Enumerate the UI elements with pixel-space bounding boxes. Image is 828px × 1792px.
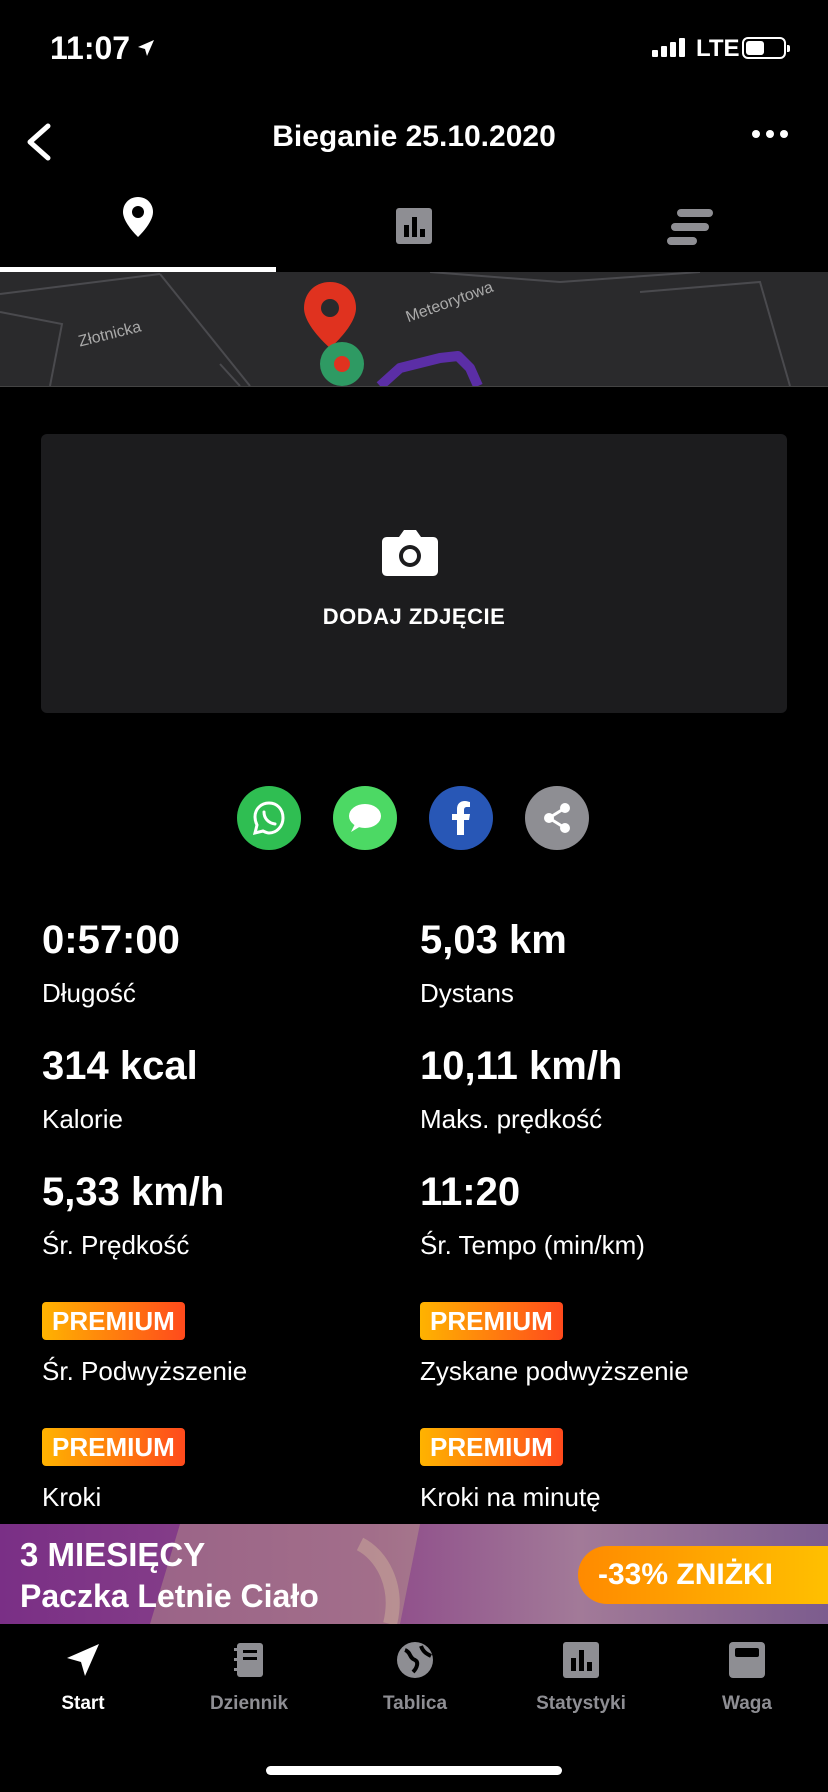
map-pin-icon <box>123 197 153 237</box>
max-speed-value: 10,11 km/h <box>420 1044 623 1088</box>
avg-speed-value: 5,33 km/h <box>42 1170 225 1214</box>
nav-label: Dziennik <box>209 1693 289 1714</box>
avg-pace-label: Śr. Tempo (min/km) <box>420 1230 645 1260</box>
avg-elevation-label: Śr. Podwyższenie <box>42 1356 248 1386</box>
premium-badge[interactable]: PREMIUM <box>420 1302 563 1340</box>
diary-icon <box>234 1643 263 1677</box>
tab-laps[interactable] <box>552 195 828 271</box>
steps-label: Kroki <box>42 1482 102 1512</box>
nav-statystyki[interactable]: Statystyki <box>498 1640 664 1715</box>
elevation-gain-label: Zyskane podwyższenie <box>420 1356 689 1386</box>
battery-icon <box>742 37 790 59</box>
nav-waga[interactable]: Waga <box>664 1640 828 1715</box>
calories-label: Kalorie <box>42 1104 123 1134</box>
messages-icon <box>349 804 381 832</box>
calories-value: 314 kcal <box>42 1044 198 1088</box>
premium-badge[interactable]: PREMIUM <box>42 1302 185 1340</box>
navigation-arrow-icon <box>67 1644 99 1676</box>
promo-headline: 3 MIESIĘCY <box>20 1536 206 1573</box>
status-time: 11:07 <box>50 30 131 66</box>
discount-badge[interactable]: -33% ZNIŻKI <box>578 1546 828 1604</box>
distance-label: Dystans <box>420 978 514 1008</box>
avg-speed-label: Śr. Prędkość <box>42 1230 190 1260</box>
nav-label: Statystyki <box>536 1693 626 1714</box>
max-speed-label: Maks. prędkość <box>420 1104 603 1134</box>
nav-label: Tablica <box>382 1693 448 1714</box>
globe-icon <box>397 1642 433 1678</box>
nav-dziennik[interactable]: Dziennik <box>166 1640 332 1715</box>
avg-pace-value: 11:20 <box>420 1170 521 1214</box>
distance-value: 5,03 km <box>420 918 567 962</box>
promo-subheadline: Paczka Letnie Ciało <box>20 1578 319 1614</box>
page-title: Bieganie 25.10.2020 <box>272 120 556 153</box>
tab-map[interactable] <box>0 195 276 271</box>
premium-badge[interactable]: PREMIUM <box>420 1428 563 1466</box>
scale-icon <box>729 1642 765 1678</box>
home-indicator <box>266 1766 562 1775</box>
add-photo-label: DODAJ ZDJĘCIE <box>322 604 506 629</box>
whatsapp-icon <box>252 801 285 836</box>
share-icon <box>544 803 570 833</box>
bar-chart-icon <box>563 1642 599 1678</box>
share-whatsapp-button[interactable] <box>237 786 301 850</box>
duration-label: Długość <box>42 978 136 1008</box>
nav-label: Start <box>61 1693 105 1714</box>
network-type: LTE <box>696 35 740 62</box>
bar-chart-icon <box>396 208 432 244</box>
camera-icon <box>382 530 438 576</box>
share-more-button[interactable] <box>525 786 589 850</box>
share-messages-button[interactable] <box>333 786 397 850</box>
laps-icon <box>667 209 713 245</box>
nav-label: Waga <box>722 1693 772 1714</box>
nav-start[interactable]: Start <box>0 1640 166 1715</box>
nav-tablica[interactable]: Tablica <box>332 1640 498 1715</box>
steps-per-minute-label: Kroki na minutę <box>420 1482 601 1512</box>
facebook-icon <box>452 801 470 835</box>
location-arrow-icon <box>138 40 154 56</box>
share-facebook-button[interactable] <box>429 786 493 850</box>
duration-value: 0:57:00 <box>42 918 180 962</box>
signal-icon <box>652 38 685 57</box>
premium-badge[interactable]: PREMIUM <box>42 1428 185 1466</box>
promo-banner[interactable]: 3 MIESIĘCY Paczka Letnie Ciało -33% ZNIŻ… <box>0 1524 828 1624</box>
tab-statistics[interactable] <box>276 195 552 271</box>
route-map[interactable]: Złotnicka Meteorytowa <box>0 272 828 387</box>
more-options-button[interactable] <box>752 130 788 138</box>
